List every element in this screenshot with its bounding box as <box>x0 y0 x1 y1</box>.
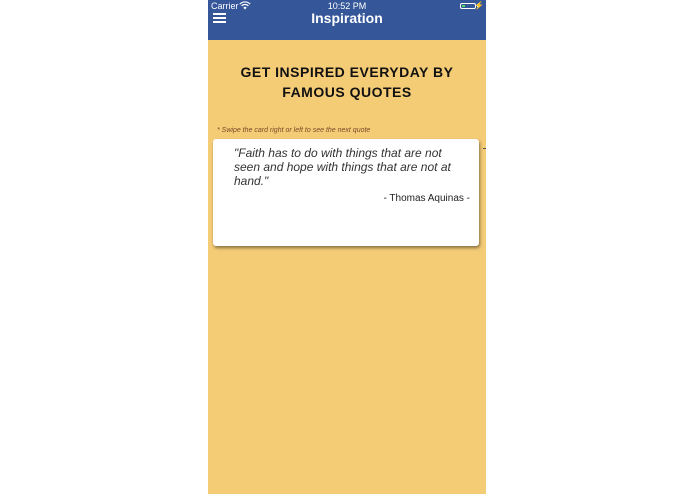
app-screen: Carrier 10:52 PM ⚡ Inspiration GET INSPI… <box>208 0 486 494</box>
headline: GET INSPIRED EVERYDAY BY FAMOUS QUOTES <box>240 64 454 100</box>
quote-card[interactable]: "Faith has to do with things that are no… <box>213 139 479 246</box>
navigation-bar: Carrier 10:52 PM ⚡ Inspiration <box>208 0 486 40</box>
next-card-edge <box>483 148 486 149</box>
page-title: Inspiration <box>311 10 383 26</box>
quote-text: "Faith has to do with things that are no… <box>234 146 451 188</box>
quote-author: - Thomas Aquinas - <box>383 193 470 204</box>
swipe-hint: * Swipe the card right or left to see th… <box>217 127 371 134</box>
battery-level <box>462 5 465 7</box>
